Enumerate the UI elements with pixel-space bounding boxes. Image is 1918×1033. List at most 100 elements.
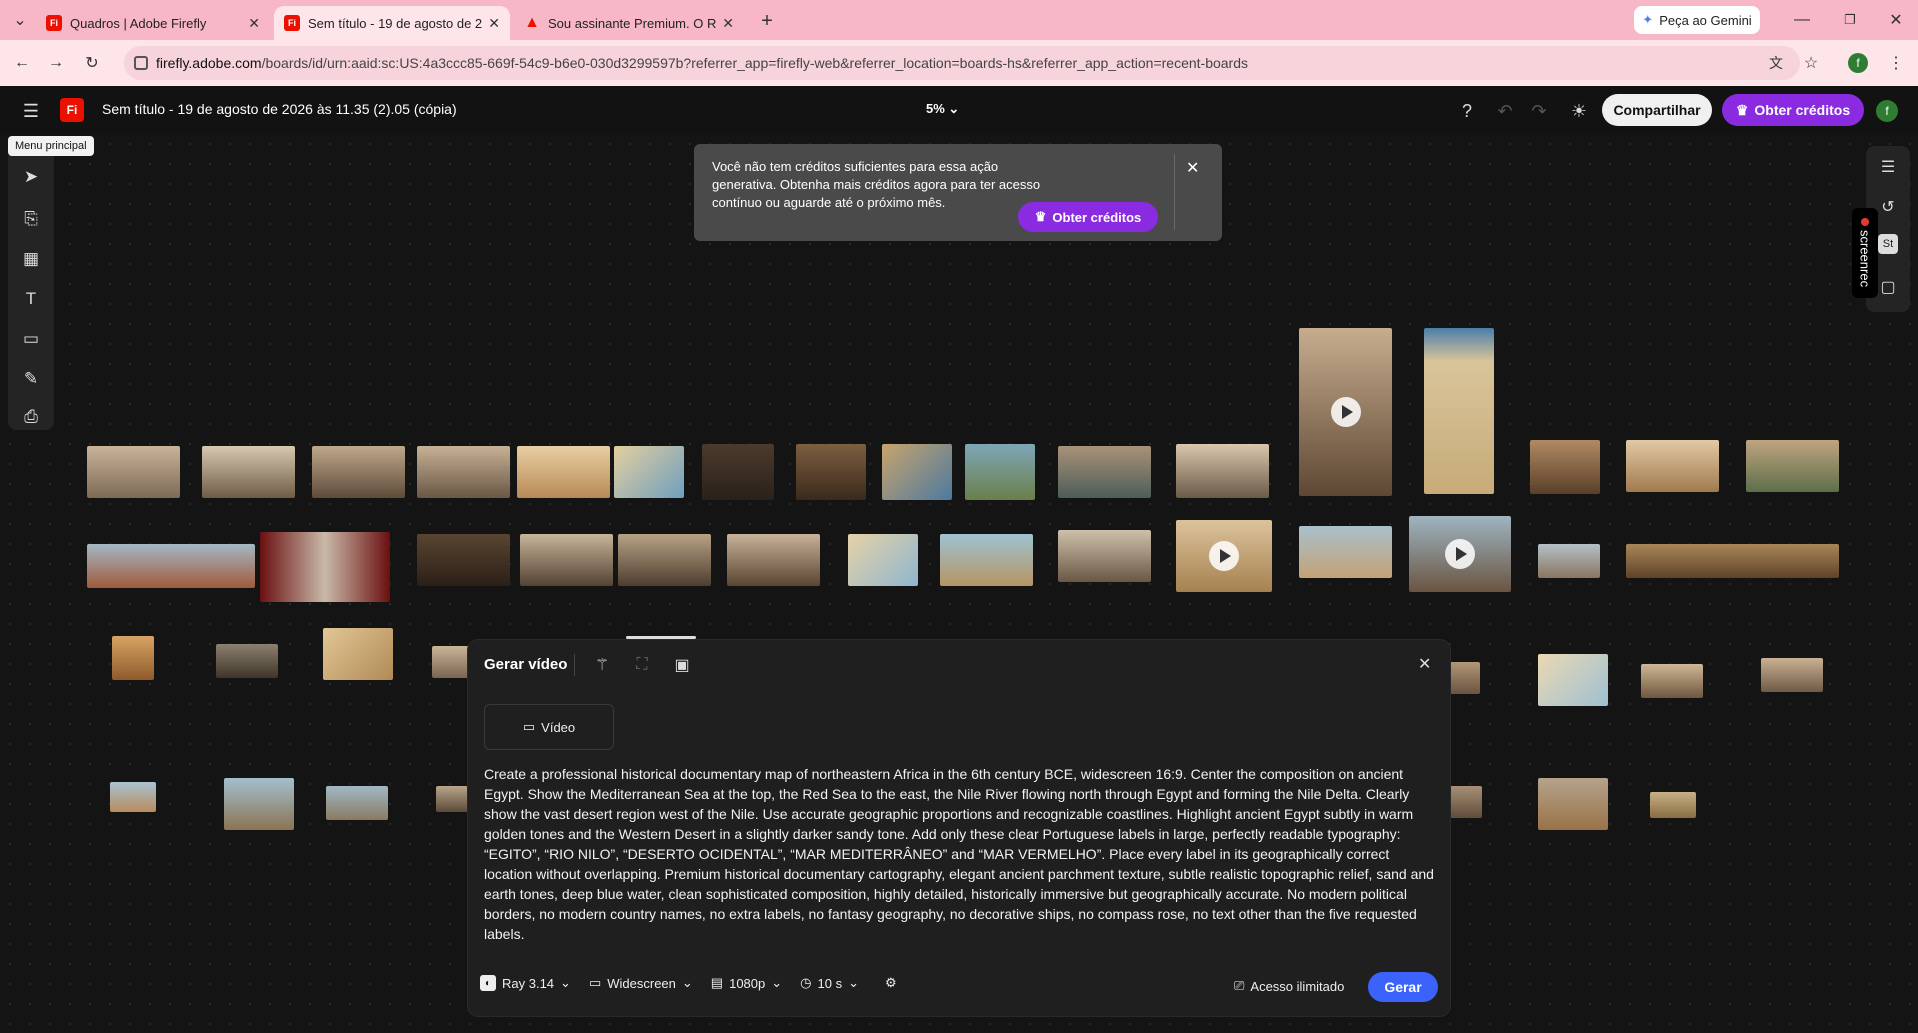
board-image-thumbnail[interactable] bbox=[1538, 778, 1608, 830]
board-image-thumbnail[interactable] bbox=[1641, 664, 1703, 698]
undo-icon[interactable]: ↶ bbox=[1494, 100, 1516, 122]
board-video-thumbnail[interactable] bbox=[1176, 520, 1272, 592]
board-image-thumbnail[interactable] bbox=[112, 636, 154, 680]
board-image-thumbnail[interactable] bbox=[1761, 658, 1823, 692]
board-image-thumbnail[interactable] bbox=[110, 782, 156, 812]
board-image-thumbnail[interactable] bbox=[727, 534, 820, 586]
generate-button[interactable]: Gerar bbox=[1368, 972, 1438, 1002]
qr-grid-icon[interactable]: ▣ bbox=[670, 653, 694, 677]
board-image-thumbnail[interactable] bbox=[224, 778, 294, 830]
board-image-thumbnail[interactable] bbox=[520, 534, 613, 586]
aspect-ratio-select[interactable]: ▭ Widescreen ⌄ bbox=[589, 975, 693, 991]
board-image-thumbnail[interactable] bbox=[1626, 544, 1839, 578]
video-tab[interactable]: ▭ Vídeo bbox=[484, 704, 614, 750]
zoom-dropdown[interactable]: 5% ⌄ bbox=[926, 101, 959, 117]
board-image-thumbnail[interactable] bbox=[202, 446, 295, 498]
document-title[interactable]: Sem título - 19 de agosto de 2026 às 11.… bbox=[102, 101, 457, 117]
board-image-thumbnail[interactable] bbox=[1058, 446, 1151, 498]
minimize-icon[interactable]: — bbox=[1792, 10, 1812, 30]
board-image-thumbnail[interactable] bbox=[965, 444, 1035, 500]
board-image-thumbnail[interactable] bbox=[1650, 792, 1696, 818]
board-image-thumbnail[interactable] bbox=[312, 446, 405, 498]
close-tab-icon[interactable]: ✕ bbox=[722, 15, 734, 32]
prompt-textarea[interactable]: Create a professional historical documen… bbox=[484, 764, 1434, 944]
share-button[interactable]: Compartilhar bbox=[1602, 94, 1712, 126]
browser-tab-2[interactable]: Fi Sem título - 19 de agosto de 20 ✕ bbox=[274, 6, 510, 40]
board-map-thumbnail[interactable] bbox=[614, 446, 684, 498]
resolution-select[interactable]: ▤ 1080p ⌄ bbox=[711, 975, 782, 991]
lightbulb-icon[interactable]: ☀ bbox=[1568, 100, 1590, 122]
site-info-icon[interactable] bbox=[134, 56, 148, 70]
help-icon[interactable]: ? bbox=[1456, 100, 1478, 122]
board-image-thumbnail[interactable] bbox=[432, 646, 472, 678]
url-field[interactable]: firefly.adobe.com/boards/id/urn:aaid:sc:… bbox=[124, 46, 1800, 80]
board-image-thumbnail[interactable] bbox=[87, 544, 255, 588]
styles-icon[interactable]: St bbox=[1878, 234, 1898, 254]
screenrec-widget[interactable]: screenrec bbox=[1852, 208, 1878, 298]
board-image-thumbnail[interactable] bbox=[1530, 440, 1600, 494]
restore-icon[interactable]: ❐ bbox=[1840, 10, 1860, 30]
duration-select[interactable]: ◷ 10 s ⌄ bbox=[800, 975, 859, 991]
reload-icon[interactable]: ↻ bbox=[82, 53, 102, 73]
board-image-thumbnail[interactable] bbox=[216, 644, 278, 678]
settings-button[interactable]: ⚙ bbox=[885, 975, 897, 991]
close-tab-icon[interactable]: ✕ bbox=[488, 15, 500, 32]
board-image-thumbnail[interactable] bbox=[87, 446, 180, 498]
panel-drag-indicator[interactable] bbox=[626, 636, 696, 639]
bookmark-star-icon[interactable]: ☆ bbox=[1801, 53, 1821, 73]
play-icon[interactable] bbox=[1445, 539, 1475, 569]
board-image-thumbnail[interactable] bbox=[1746, 440, 1839, 492]
magic-wand-icon[interactable]: ⚚ bbox=[590, 653, 614, 677]
close-panel-icon[interactable]: ✕ bbox=[1418, 654, 1431, 674]
board-image-thumbnail[interactable] bbox=[1538, 544, 1600, 578]
translate-icon[interactable]: 文 bbox=[1766, 53, 1786, 73]
select-cursor-icon[interactable]: ➤ bbox=[18, 164, 44, 190]
frame-select-icon[interactable]: ⛶ bbox=[630, 653, 654, 677]
board-image-thumbnail[interactable] bbox=[1176, 444, 1269, 498]
board-image-thumbnail[interactable] bbox=[1450, 662, 1480, 694]
board-image-thumbnail[interactable] bbox=[796, 444, 866, 500]
get-credits-button[interactable]: ♛ Obter créditos bbox=[1722, 94, 1864, 126]
gemini-button[interactable]: ✦ Peça ao Gemini bbox=[1634, 6, 1760, 34]
toast-get-credits-button[interactable]: ♛ Obter créditos bbox=[1018, 202, 1158, 232]
close-icon[interactable]: ✕ bbox=[1186, 158, 1199, 178]
hamburger-menu-icon[interactable]: ☰ bbox=[20, 100, 42, 122]
comment-icon[interactable]: ▢ bbox=[1875, 274, 1901, 300]
new-tab-icon[interactable]: + bbox=[756, 10, 778, 32]
shape-tool-icon[interactable]: ▭ bbox=[18, 326, 44, 352]
forward-icon[interactable]: → bbox=[46, 53, 66, 73]
board-image-thumbnail[interactable] bbox=[417, 534, 510, 586]
adjustments-icon[interactable]: ☰ bbox=[1875, 154, 1901, 180]
close-tab-icon[interactable]: ✕ bbox=[248, 15, 260, 32]
back-icon[interactable]: ← bbox=[12, 53, 32, 73]
browser-tab-1[interactable]: Fi Quadros | Adobe Firefly ✕ bbox=[36, 6, 270, 40]
generate-image-icon[interactable]: ⎙ bbox=[18, 404, 44, 430]
board-map-thumbnail[interactable] bbox=[1538, 654, 1608, 706]
board-image-thumbnail[interactable] bbox=[940, 534, 1033, 586]
board-image-thumbnail[interactable] bbox=[260, 532, 390, 602]
board-map-thumbnail[interactable] bbox=[882, 444, 952, 500]
board-map-thumbnail[interactable] bbox=[848, 534, 918, 586]
board-image-thumbnail[interactable] bbox=[436, 786, 468, 812]
board-image-thumbnail[interactable] bbox=[1058, 530, 1151, 582]
play-icon[interactable] bbox=[1209, 541, 1239, 571]
board-image-thumbnail[interactable] bbox=[326, 786, 388, 820]
board-image-thumbnail[interactable] bbox=[618, 534, 711, 586]
user-avatar[interactable]: f bbox=[1876, 100, 1898, 122]
board-image-thumbnail[interactable] bbox=[417, 446, 510, 498]
tab-search-chevron-icon[interactable]: ⌄ bbox=[10, 10, 30, 30]
profile-avatar[interactable]: f bbox=[1848, 53, 1868, 73]
browser-menu-icon[interactable]: ⋮ bbox=[1886, 53, 1906, 73]
firefly-logo[interactable]: Fi bbox=[60, 98, 84, 122]
close-window-icon[interactable]: ✕ bbox=[1886, 10, 1906, 30]
redo-icon[interactable]: ↷ bbox=[1528, 100, 1550, 122]
grid-layout-icon[interactable]: ▦ bbox=[18, 246, 44, 272]
board-image-thumbnail[interactable] bbox=[517, 446, 610, 498]
history-icon[interactable]: ↺ bbox=[1875, 194, 1901, 220]
pen-tool-icon[interactable]: ✎ bbox=[18, 366, 44, 392]
model-select[interactable]: ◐ Ray 3.14 ⌄ bbox=[480, 975, 571, 991]
board-video-thumbnail[interactable] bbox=[1409, 516, 1511, 592]
upload-file-icon[interactable]: ⎘ bbox=[18, 206, 44, 232]
board-map-thumbnail[interactable] bbox=[323, 628, 393, 680]
board-image-thumbnail[interactable] bbox=[702, 444, 774, 500]
